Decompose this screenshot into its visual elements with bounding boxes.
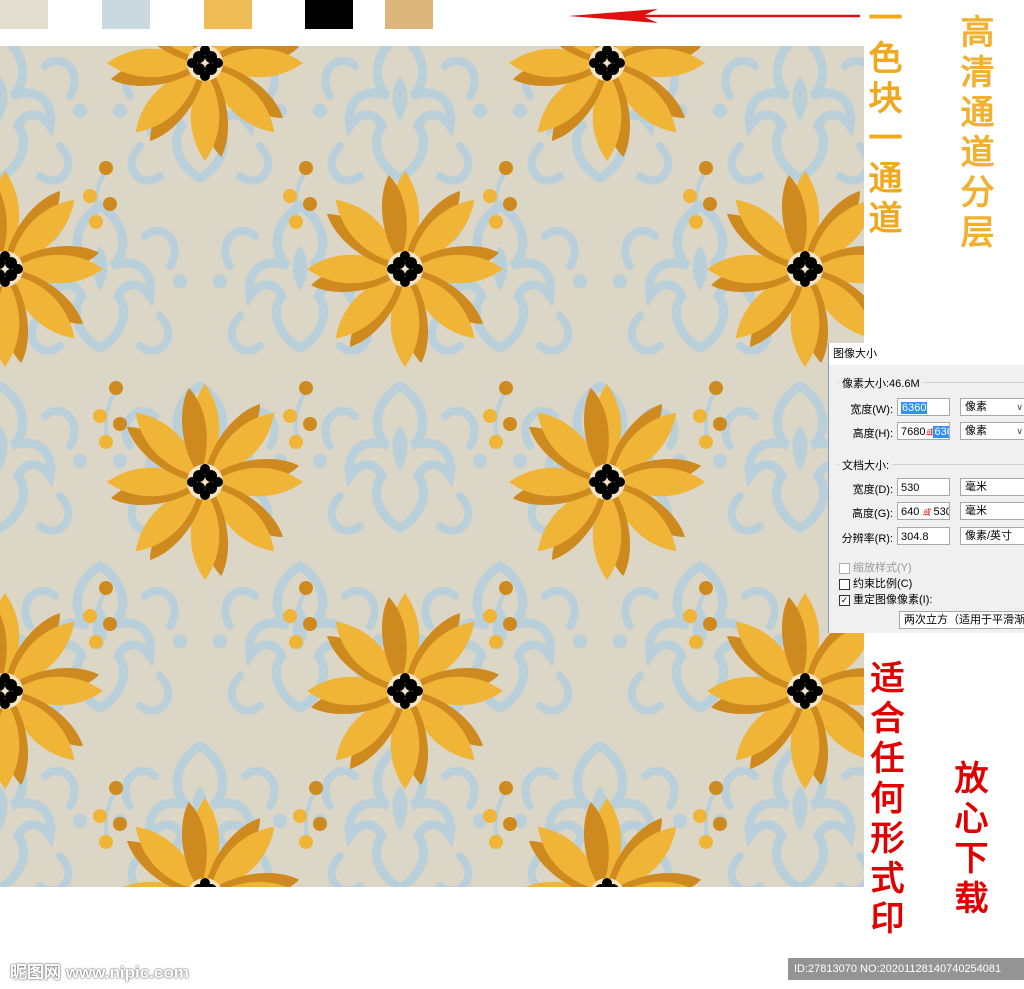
dialog-title: 图像大小 [833,348,877,360]
doc-height-input[interactable]: 640 或 530 [897,502,950,520]
width-input[interactable]: 6360 [897,398,950,416]
scale-styles-checkbox[interactable]: 缩放样式(Y) [839,559,912,574]
width-label: 宽度(W): [850,404,893,416]
doc-width-input[interactable]: 530 [897,478,950,496]
doc-height-or-mark: 或 [922,508,931,517]
height-row: 高度(H): 7680或6360 像素 ∨ [829,422,1024,442]
resolution-unit-select[interactable]: 像素/英寸 [960,527,1024,545]
resolution-label: 分辨率(R): [841,533,893,545]
image-size-dialog: 图像大小 像素大小:46.6M 宽度(W): 6360 像素 ∨ 高度(H): 7… [828,343,1024,633]
document-size-label: 文档大小: [839,457,893,473]
site-watermark: 昵图网 www.nipic.com [10,963,189,982]
doc-height-row: 高度(G): 640 或 530 毫米 [829,502,1024,522]
constrain-label: 约束比例(C) [853,578,913,590]
chevron-down-icon: ∨ [1016,402,1023,412]
color-swatch-1 [0,0,48,29]
height-unit-value: 像素 [965,425,987,437]
chevron-down-icon: ∨ [1016,426,1023,436]
height-input[interactable]: 7680或6360 [897,422,950,440]
color-swatch-3 [204,0,252,29]
resample-method-value: 两次立方（适用于平滑渐变 [904,614,1024,626]
resample-checkbox[interactable]: ✓ 重定图像像素(I): [839,591,933,606]
scale-styles-label: 缩放样式(Y) [853,562,912,574]
constrain-proportions-checkbox[interactable]: 约束比例(C) [839,575,913,590]
doc-width-label: 宽度(D): [852,484,893,496]
doc-height-value-old: 640 [901,506,920,518]
resolution-row: 分辨率(R): 304.8 像素/英寸 [829,527,1024,547]
height-value-old: 7680 [901,426,926,438]
resolution-unit-value: 像素/英寸 [965,530,1013,542]
doc-width-unit-value: 毫米 [965,481,987,493]
doc-height-unit-select[interactable]: 毫米 [960,502,1024,520]
doc-height-value-new: 530 [933,506,949,518]
resolution-input[interactable]: 304.8 [897,527,950,545]
width-unit-value: 像素 [965,401,987,413]
hd-layers-label: 高清通道分层 [954,14,994,254]
color-swatch-2 [102,0,150,29]
height-label: 高度(H): [852,428,893,440]
dialog-title-bar[interactable]: 图像大小 [829,343,1024,365]
checkbox-box [839,578,850,590]
doc-height-label: 高度(G): [852,508,893,520]
height-value-new: 6360 [933,426,949,438]
print-note-label: 适合任何形式印 [864,660,904,940]
arrow-left-icon [568,9,860,23]
channel-note-label: 一色块一通道 [862,0,902,240]
floral-damask-pattern [0,46,864,887]
check-icon: ✓ [839,594,850,606]
doc-width-unit-select[interactable]: 毫米 [960,478,1024,496]
doc-width-value: 530 [901,482,920,494]
width-row: 宽度(W): 6360 像素 ∨ [829,398,1024,418]
height-unit-select[interactable]: 像素 ∨ [960,422,1024,440]
download-note-label: 放心下载 [948,760,988,920]
doc-width-row: 宽度(D): 530 毫米 [829,478,1024,498]
width-value: 6360 [901,402,928,414]
doc-height-unit-value: 毫米 [965,505,987,517]
pixel-dimensions-label: 像素大小:46.6M [839,375,923,391]
image-id-watermark: ID:27813070 NO:20201128140740254081 [788,958,1024,980]
width-unit-select[interactable]: 像素 ∨ [960,398,1024,416]
resample-method-select[interactable]: 两次立方（适用于平滑渐变 [899,611,1024,629]
color-swatch-4 [305,0,353,29]
resolution-value: 304.8 [901,531,929,543]
resample-label: 重定图像像素(I): [853,594,933,606]
checkbox-box [839,562,850,574]
color-swatch-5 [385,0,433,29]
